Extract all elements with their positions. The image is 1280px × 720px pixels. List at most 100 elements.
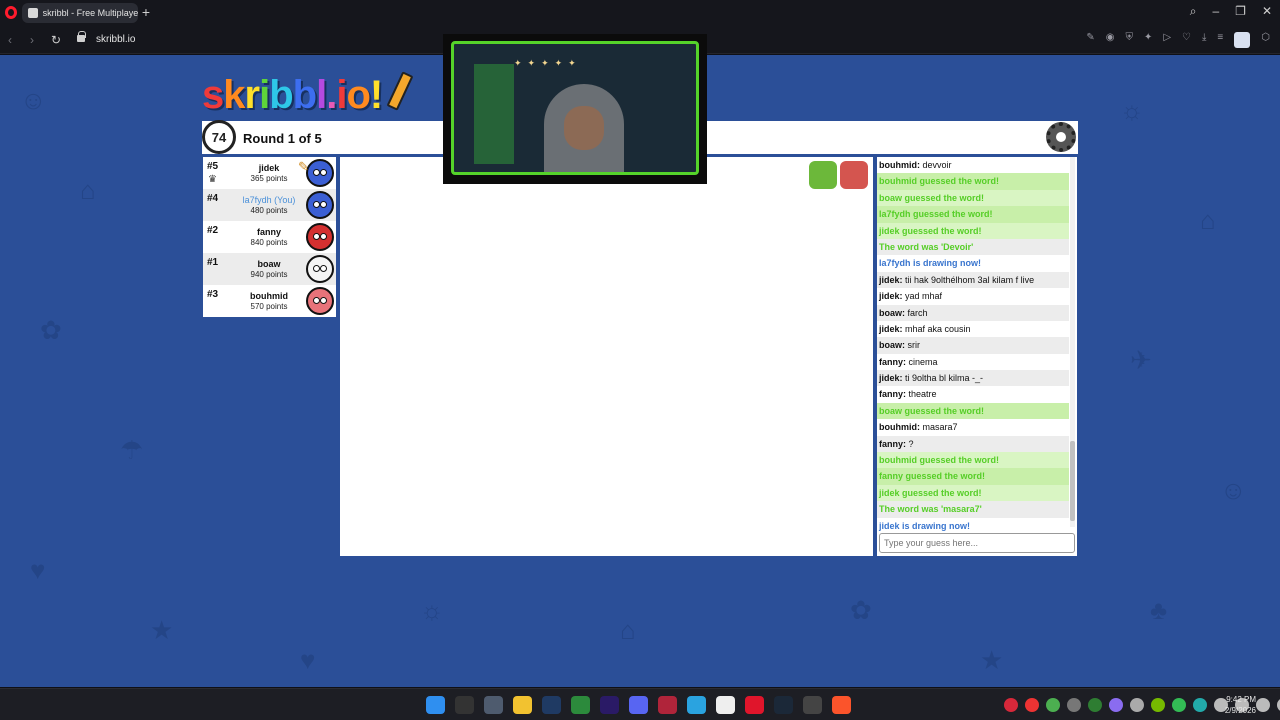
tray-app-icon[interactable]: [1067, 698, 1081, 712]
download-icon[interactable]: ⤓: [1202, 32, 1206, 48]
chat-scrollbar-thumb[interactable]: [1070, 441, 1075, 521]
search-icon[interactable]: ⌕: [1190, 4, 1197, 19]
play-icon[interactable]: ▷: [1163, 32, 1171, 48]
forward-icon[interactable]: ›: [30, 33, 34, 47]
profile-avatar[interactable]: [1234, 32, 1251, 48]
doodle-icon: ☺: [1220, 475, 1247, 505]
valorant-icon[interactable]: [658, 696, 677, 714]
doodle-icon: ♥: [30, 555, 46, 585]
epic-games-icon[interactable]: [455, 696, 474, 714]
opera-icon[interactable]: [745, 696, 764, 714]
premiere-icon[interactable]: [600, 696, 619, 714]
steam-icon[interactable]: [774, 696, 793, 714]
close-button[interactable]: ✕: [1262, 4, 1272, 19]
minimize-button[interactable]: –: [1212, 4, 1219, 19]
new-tab-button[interactable]: +: [140, 5, 152, 19]
tray-app-icon[interactable]: [1088, 698, 1102, 712]
opera-gx-icon[interactable]: [803, 696, 822, 714]
xbox-icon[interactable]: [571, 696, 590, 714]
thumbs-up-icon[interactable]: [809, 161, 837, 189]
player-row[interactable]: #1 boaw 940 points: [203, 253, 336, 285]
tab-title: skribbl - Free Multiplayer: [42, 8, 138, 18]
tray-app-icon[interactable]: [1004, 698, 1018, 712]
chat-messages: bouhmid: devvoir bouhmid guessed the word…: [877, 157, 1069, 534]
tray-app-icon[interactable]: [1046, 698, 1060, 712]
tray-app-icon[interactable]: [1172, 698, 1186, 712]
doodle-icon: ★: [980, 645, 1004, 675]
chat-username: jidek:: [879, 274, 903, 285]
chat-text: fanny guessed the word!: [879, 471, 986, 482]
menu-icon[interactable]: ≡: [1217, 32, 1223, 48]
tray-app-icon[interactable]: [1025, 698, 1039, 712]
player-row[interactable]: #2 fanny 840 points: [203, 221, 336, 253]
tray-app-icon[interactable]: [1193, 698, 1207, 712]
tray-app-icon[interactable]: [1109, 698, 1123, 712]
chat-text: la7fydh guessed the word!: [879, 209, 993, 220]
chat-message: The word was 'Devoir': [877, 238, 1069, 256]
browser-tab[interactable]: skribbl - Free Multiplayer: [22, 3, 138, 23]
nvidia-icon[interactable]: [1151, 698, 1165, 712]
chat-message: fanny: theatre: [877, 386, 1069, 402]
player-points: 480 points: [250, 206, 288, 215]
guess-input[interactable]: [879, 533, 1075, 553]
brave-icon[interactable]: [832, 696, 851, 714]
chat-username: fanny:: [879, 389, 906, 400]
webcam-overlay: ✦✦✦✦✦: [443, 34, 707, 184]
webcam-frame: ✦✦✦✦✦: [451, 41, 699, 175]
obs-icon[interactable]: [716, 696, 735, 714]
telegram-icon[interactable]: [687, 696, 706, 714]
chat-message: jidek guessed the word!: [877, 222, 1069, 239]
chat-text: jidek guessed the word!: [879, 487, 982, 498]
discord-icon[interactable]: [629, 696, 648, 714]
window-controls: ⌕ – ❐ ✕: [1190, 4, 1272, 19]
player-row[interactable]: #4 la7fydh (You) 480 points: [203, 189, 336, 221]
player-name: bouhmid: [250, 291, 288, 301]
chat-message: la7fydh is drawing now!: [877, 255, 1069, 271]
chat-message: jidek guessed the word!: [877, 484, 1069, 502]
chat-username: fanny:: [879, 438, 906, 449]
url-field[interactable]: skribbl.io: [96, 34, 135, 45]
doodle-icon: ✈: [1130, 345, 1152, 375]
app-icon[interactable]: [484, 696, 503, 714]
player-points: 365 points: [250, 174, 288, 183]
start-icon[interactable]: [426, 696, 445, 714]
player-row[interactable]: #3 bouhmid 570 points: [203, 285, 336, 317]
chat-text: theatre: [906, 389, 937, 400]
chat-message: fanny guessed the word!: [877, 468, 1069, 485]
chat-message: fanny: ?: [877, 435, 1069, 453]
sidebar-icon[interactable]: ⬡: [1261, 32, 1270, 48]
shield-icon[interactable]: ⛨: [1125, 32, 1133, 48]
chat-text: srir: [905, 340, 921, 351]
clock-date: 2/9/2026: [1224, 706, 1256, 715]
chat-text: farch: [905, 307, 928, 318]
drawing-canvas[interactable]: [340, 157, 873, 556]
camera-icon[interactable]: ◉: [1106, 32, 1115, 48]
thumbs-down-icon[interactable]: [840, 161, 868, 189]
opera-menu-icon[interactable]: [5, 6, 17, 19]
settings-gear-icon[interactable]: [1046, 122, 1076, 152]
maximize-button[interactable]: ❐: [1235, 4, 1246, 19]
chat-text: The word was 'Devoir': [879, 241, 974, 252]
chat-message: jidek: tii hak 9olthélhom 3al kilam f li…: [877, 271, 1069, 289]
player-rank: #4: [207, 193, 219, 204]
doodle-icon: ⌂: [80, 175, 96, 205]
player-row[interactable]: #5 jidek 365 points ♛ ✎: [203, 157, 336, 189]
chat-text: boaw guessed the word!: [879, 192, 985, 203]
chat-message: jidek: yad mhaf: [877, 288, 1069, 304]
reload-icon[interactable]: ↻: [51, 33, 61, 47]
player-avatar: [306, 223, 334, 251]
chat-text: tii hak 9olthélhom 3al kilam f live: [902, 274, 1035, 285]
chat-text: bouhmid guessed the word!: [879, 455, 1000, 466]
heart-icon[interactable]: ♡: [1182, 32, 1191, 48]
edit-icon[interactable]: ✎: [1086, 32, 1094, 48]
chat-message: fanny: cinema: [877, 354, 1069, 370]
gear-icon[interactable]: [1130, 698, 1144, 712]
player-rank: #5: [207, 161, 219, 172]
back-icon[interactable]: ‹: [8, 33, 12, 47]
wifi-icon[interactable]: [1256, 698, 1270, 712]
extension-icon[interactable]: ✦: [1144, 32, 1152, 48]
file-explorer-icon[interactable]: [513, 696, 532, 714]
system-clock[interactable]: 9:42 PM 2/9/2026: [1225, 694, 1256, 716]
chat-text: jidek guessed the word!: [879, 225, 982, 236]
lightroom-icon[interactable]: [542, 696, 561, 714]
